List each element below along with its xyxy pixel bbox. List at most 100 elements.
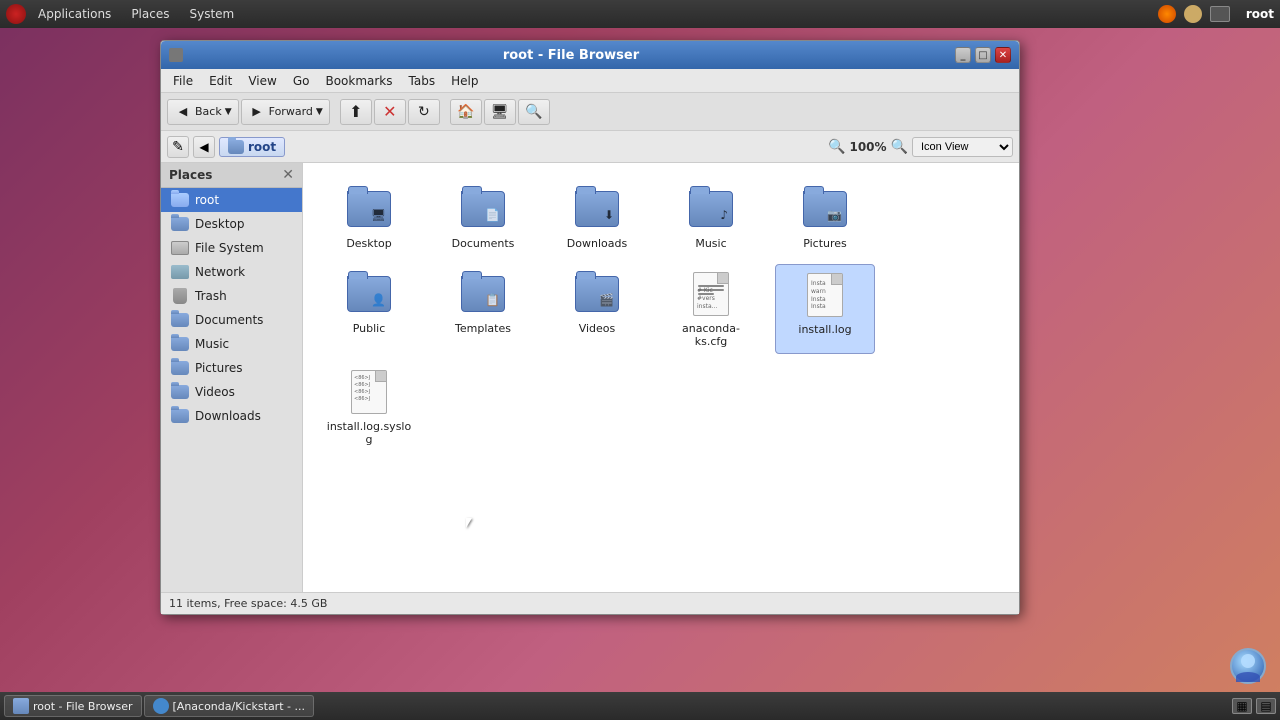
layout-btn-1[interactable]: ▦ <box>1232 698 1252 714</box>
sidebar-item-trash[interactable]: Trash <box>161 284 302 308</box>
sidebar-item-root[interactable]: root <box>161 188 302 212</box>
zoom-controls: 🔍 100% 🔍 Icon View List View Compact Vie… <box>828 137 1013 157</box>
sidebar-trash-label: Trash <box>195 289 227 303</box>
root-folder-icon <box>171 192 189 208</box>
file-item-desktop[interactable]: 🖥 Desktop <box>319 179 419 256</box>
sidebar-item-music[interactable]: Music <box>161 332 302 356</box>
nav-prev-button[interactable]: ◀ <box>193 136 215 158</box>
menu-view[interactable]: View <box>240 72 284 90</box>
music-emblem-icon: ♪ <box>720 208 728 222</box>
firefox-icon[interactable] <box>1158 5 1176 23</box>
file-item-install-log-syslog[interactable]: <86>J<86>J<86>J<86>J install.log.syslog <box>319 362 419 452</box>
menu-bookmarks[interactable]: Bookmarks <box>317 72 400 90</box>
file-item-downloads[interactable]: ⬇ Downloads <box>547 179 647 256</box>
sidebar-videos-label: Videos <box>195 385 235 399</box>
anaconda-ks-file-icon: # Kic#versinsta... <box>687 270 735 318</box>
view-mode-select[interactable]: Icon View List View Compact View <box>912 137 1013 157</box>
file-item-public[interactable]: 👤 Public <box>319 264 419 354</box>
file-item-documents[interactable]: 📄 Documents <box>433 179 533 256</box>
path-folder-icon <box>228 140 244 154</box>
sidebar-music-label: Music <box>195 337 229 351</box>
documents-folder-icon <box>171 312 189 328</box>
up-button[interactable]: ⬆ <box>340 99 372 125</box>
downloads-emblem-icon: ⬇ <box>604 208 614 222</box>
menu-edit[interactable]: Edit <box>201 72 240 90</box>
toggle-edit-button[interactable]: ✎ <box>167 136 189 158</box>
zoom-value: 100% <box>849 140 886 154</box>
menu-go[interactable]: Go <box>285 72 318 90</box>
anaconda-ks-file-label: anaconda-ks.cfg <box>666 322 756 348</box>
music-folder-icon <box>171 336 189 352</box>
statusbar: 11 items, Free space: 4.5 GB <box>161 592 1019 614</box>
menu-help[interactable]: Help <box>443 72 486 90</box>
back-icon: ◀ <box>174 103 192 121</box>
sidebar-item-filesystem[interactable]: File System <box>161 236 302 260</box>
file-item-videos[interactable]: 🎬 Videos <box>547 264 647 354</box>
applications-menu[interactable]: Applications <box>30 5 119 23</box>
forward-icon: ▶ <box>248 103 266 121</box>
templates-emblem-icon: 📋 <box>485 293 500 307</box>
taskbar-anaconda[interactable]: [Anaconda/Kickstart - ... <box>144 695 314 717</box>
zoom-in-button[interactable]: 🔍 <box>891 139 908 155</box>
sidebar-item-desktop[interactable]: Desktop <box>161 212 302 236</box>
install-log-syslog-file-icon: <86>J<86>J<86>J<86>J <box>345 368 393 416</box>
home-button[interactable]: 🏠 <box>450 99 482 125</box>
pictures-folder-file-icon: 📷 <box>801 185 849 233</box>
videos-file-label: Videos <box>579 322 616 335</box>
downloads-folder-file-icon: ⬇ <box>573 185 621 233</box>
file-item-pictures[interactable]: 📷 Pictures <box>775 179 875 256</box>
layout-btn-2[interactable]: ▤ <box>1256 698 1276 714</box>
files-grid: 🖥 Desktop 📄 Documents <box>319 179 1003 452</box>
menubar: File Edit View Go Bookmarks Tabs Help <box>161 69 1019 93</box>
file-item-music[interactable]: ♪ Music <box>661 179 761 256</box>
system-menu[interactable]: System <box>181 5 242 23</box>
window-icon <box>1210 6 1230 22</box>
forward-arrow-icon: ▼ <box>316 107 323 117</box>
sidebar-item-downloads[interactable]: Downloads <box>161 404 302 428</box>
menu-file[interactable]: File <box>165 72 201 90</box>
forward-button[interactable]: ▶ Forward ▼ <box>241 99 330 125</box>
sidebar-header[interactable]: Places ✕ <box>161 163 302 188</box>
maximize-button[interactable]: □ <box>975 47 991 63</box>
stop-icon: ✕ <box>381 103 399 121</box>
toolbar: ◀ Back ▼ ▶ Forward ▼ ⬆ ✕ ↻ 🏠 🖥 🔍 <box>161 93 1019 131</box>
pin-icon <box>169 48 183 62</box>
sidebar-desktop-label: Desktop <box>195 217 245 231</box>
settings-icon[interactable] <box>1184 5 1202 23</box>
sidebar-item-documents[interactable]: Documents <box>161 308 302 332</box>
music-folder-file-icon: ♪ <box>687 185 735 233</box>
avatar <box>1230 648 1266 684</box>
current-path-button[interactable]: root <box>219 137 285 157</box>
back-button[interactable]: ◀ Back ▼ <box>167 99 239 125</box>
places-menu[interactable]: Places <box>123 5 177 23</box>
zoom-out-button[interactable]: 🔍 <box>828 139 845 155</box>
taskbar-file-browser[interactable]: root - File Browser <box>4 695 142 717</box>
taskbar-bottom: root - File Browser [Anaconda/Kickstart … <box>0 692 1280 720</box>
file-item-install-log[interactable]: InstawarnInstaInsta install.log <box>775 264 875 354</box>
menu-tabs[interactable]: Tabs <box>401 72 444 90</box>
close-button[interactable]: ✕ <box>995 47 1011 63</box>
sidebar-close-button[interactable]: ✕ <box>282 168 294 182</box>
reload-button[interactable]: ↻ <box>408 99 440 125</box>
stop-button[interactable]: ✕ <box>374 99 406 125</box>
public-emblem-icon: 👤 <box>371 293 386 307</box>
documents-file-label: Documents <box>452 237 515 250</box>
file-item-anaconda-ks[interactable]: # Kic#versinsta... anaconda-ks.cfg <box>661 264 761 354</box>
minimize-button[interactable]: _ <box>955 47 971 63</box>
videos-folder-file-icon: 🎬 <box>573 270 621 318</box>
home-icon: 🏠 <box>457 103 475 121</box>
file-item-templates[interactable]: 📋 Templates <box>433 264 533 354</box>
computer-button[interactable]: 🖥 <box>484 99 516 125</box>
sidebar-item-network[interactable]: Network <box>161 260 302 284</box>
sidebar-downloads-label: Downloads <box>195 409 261 423</box>
statusbar-text: 11 items, Free space: 4.5 GB <box>169 597 327 610</box>
search-button[interactable]: 🔍 <box>518 99 550 125</box>
sidebar: Places ✕ root Desktop File System Networ… <box>161 163 303 592</box>
back-label: Back <box>195 105 222 118</box>
trash-sidebar-icon <box>171 288 189 304</box>
sidebar-pictures-label: Pictures <box>195 361 243 375</box>
sidebar-item-pictures[interactable]: Pictures <box>161 356 302 380</box>
music-file-label: Music <box>695 237 726 250</box>
sidebar-item-videos[interactable]: Videos <box>161 380 302 404</box>
locationbar: ✎ ◀ root 🔍 100% 🔍 Icon View List View Co… <box>161 131 1019 163</box>
